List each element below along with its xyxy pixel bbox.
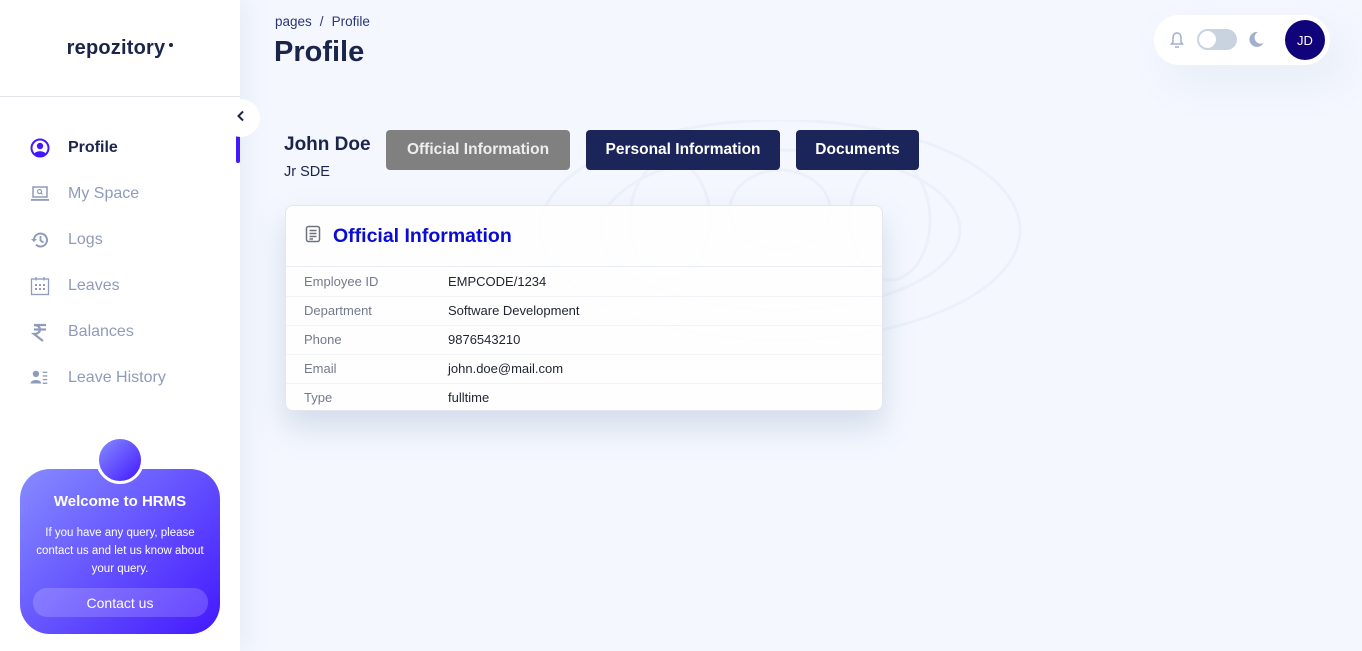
card-title: Official Information (333, 224, 512, 247)
contact-us-button[interactable]: Contact us (32, 588, 208, 617)
top-toolbar: JD (1154, 15, 1330, 65)
page-title: Profile (274, 36, 365, 68)
sidebar-item-logs[interactable]: Logs (0, 217, 240, 263)
sidebar-item-profile[interactable]: Profile (0, 125, 240, 171)
promo-decoration-circle (96, 436, 144, 484)
sidebar-collapse-button[interactable] (221, 99, 260, 137)
field-value: 9876543210 (448, 324, 882, 354)
laptop-search-icon (30, 184, 50, 204)
field-value: fulltime (448, 382, 882, 410)
promo-card: Welcome to HRMS If you have any query, p… (20, 469, 220, 634)
table-row: Type fulltime (286, 382, 882, 410)
sidebar-item-label: Leave History (68, 369, 166, 386)
field-label: Phone (286, 324, 448, 354)
tab-documents[interactable]: Documents (796, 130, 919, 170)
sidebar-item-label: Profile (68, 139, 118, 156)
field-value: Software Development (448, 295, 882, 325)
info-table: Employee ID EMPCODE/1234 Department Soft… (286, 267, 882, 410)
sidebar-item-leaves[interactable]: Leaves (0, 263, 240, 309)
field-value: john.doe@mail.com (448, 353, 882, 383)
table-row: Email john.doe@mail.com (286, 353, 882, 383)
calendar-icon (30, 276, 50, 296)
dark-mode-toggle[interactable] (1197, 29, 1237, 50)
tab-official-information[interactable]: Official Information (386, 130, 570, 170)
user-circle-icon (30, 138, 50, 158)
user-role: Jr SDE (284, 164, 330, 180)
brand-dot (169, 43, 174, 47)
promo-text: If you have any query, please contact us… (36, 527, 204, 575)
sidebar-item-balances[interactable]: Balances (0, 309, 240, 355)
sidebar-item-my-space[interactable]: My Space (0, 171, 240, 217)
table-row: Department Software Development (286, 295, 882, 325)
brand-logo[interactable]: repozitory (0, 0, 240, 97)
breadcrumb-separator: / (319, 14, 324, 29)
promo-title: Welcome to HRMS (53, 493, 187, 510)
brand-name: repozitory (66, 36, 166, 59)
sidebar-item-leave-history[interactable]: Leave History (0, 355, 240, 401)
sidebar-nav: Profile My Space Logs Leaves Balances Le… (0, 125, 240, 401)
toggle-knob (1199, 31, 1216, 48)
field-label: Type (286, 382, 448, 410)
user-list-icon (30, 368, 50, 388)
bell-icon[interactable] (1169, 31, 1185, 54)
rupee-icon (30, 322, 50, 342)
field-label: Department (286, 295, 448, 325)
breadcrumb-root[interactable]: pages (275, 14, 312, 29)
breadcrumb-current: Profile (331, 14, 370, 29)
user-name: John Doe (284, 134, 371, 155)
sidebar-item-label: My Space (68, 185, 140, 202)
official-information-card: Official Information Employee ID EMPCODE… (285, 205, 883, 411)
history-icon (30, 230, 50, 250)
user-avatar[interactable]: JD (1285, 20, 1325, 60)
sidebar-item-label: Balances (68, 323, 134, 340)
tab-personal-information[interactable]: Personal Information (586, 130, 780, 170)
field-value: EMPCODE/1234 (448, 273, 547, 289)
breadcrumb: pages / Profile (275, 14, 370, 29)
field-label: Employee ID (304, 273, 379, 289)
sidebar-item-label: Leaves (68, 277, 120, 294)
chevron-left-icon (236, 109, 246, 127)
sidebar-item-label: Logs (68, 231, 103, 248)
card-header: Official Information (286, 206, 882, 267)
moon-icon[interactable] (1248, 31, 1264, 53)
document-icon (305, 225, 321, 248)
field-label: Email (286, 353, 448, 383)
table-row: Employee ID EMPCODE/1234 (286, 267, 882, 296)
table-row: Phone 9876543210 (286, 324, 882, 354)
